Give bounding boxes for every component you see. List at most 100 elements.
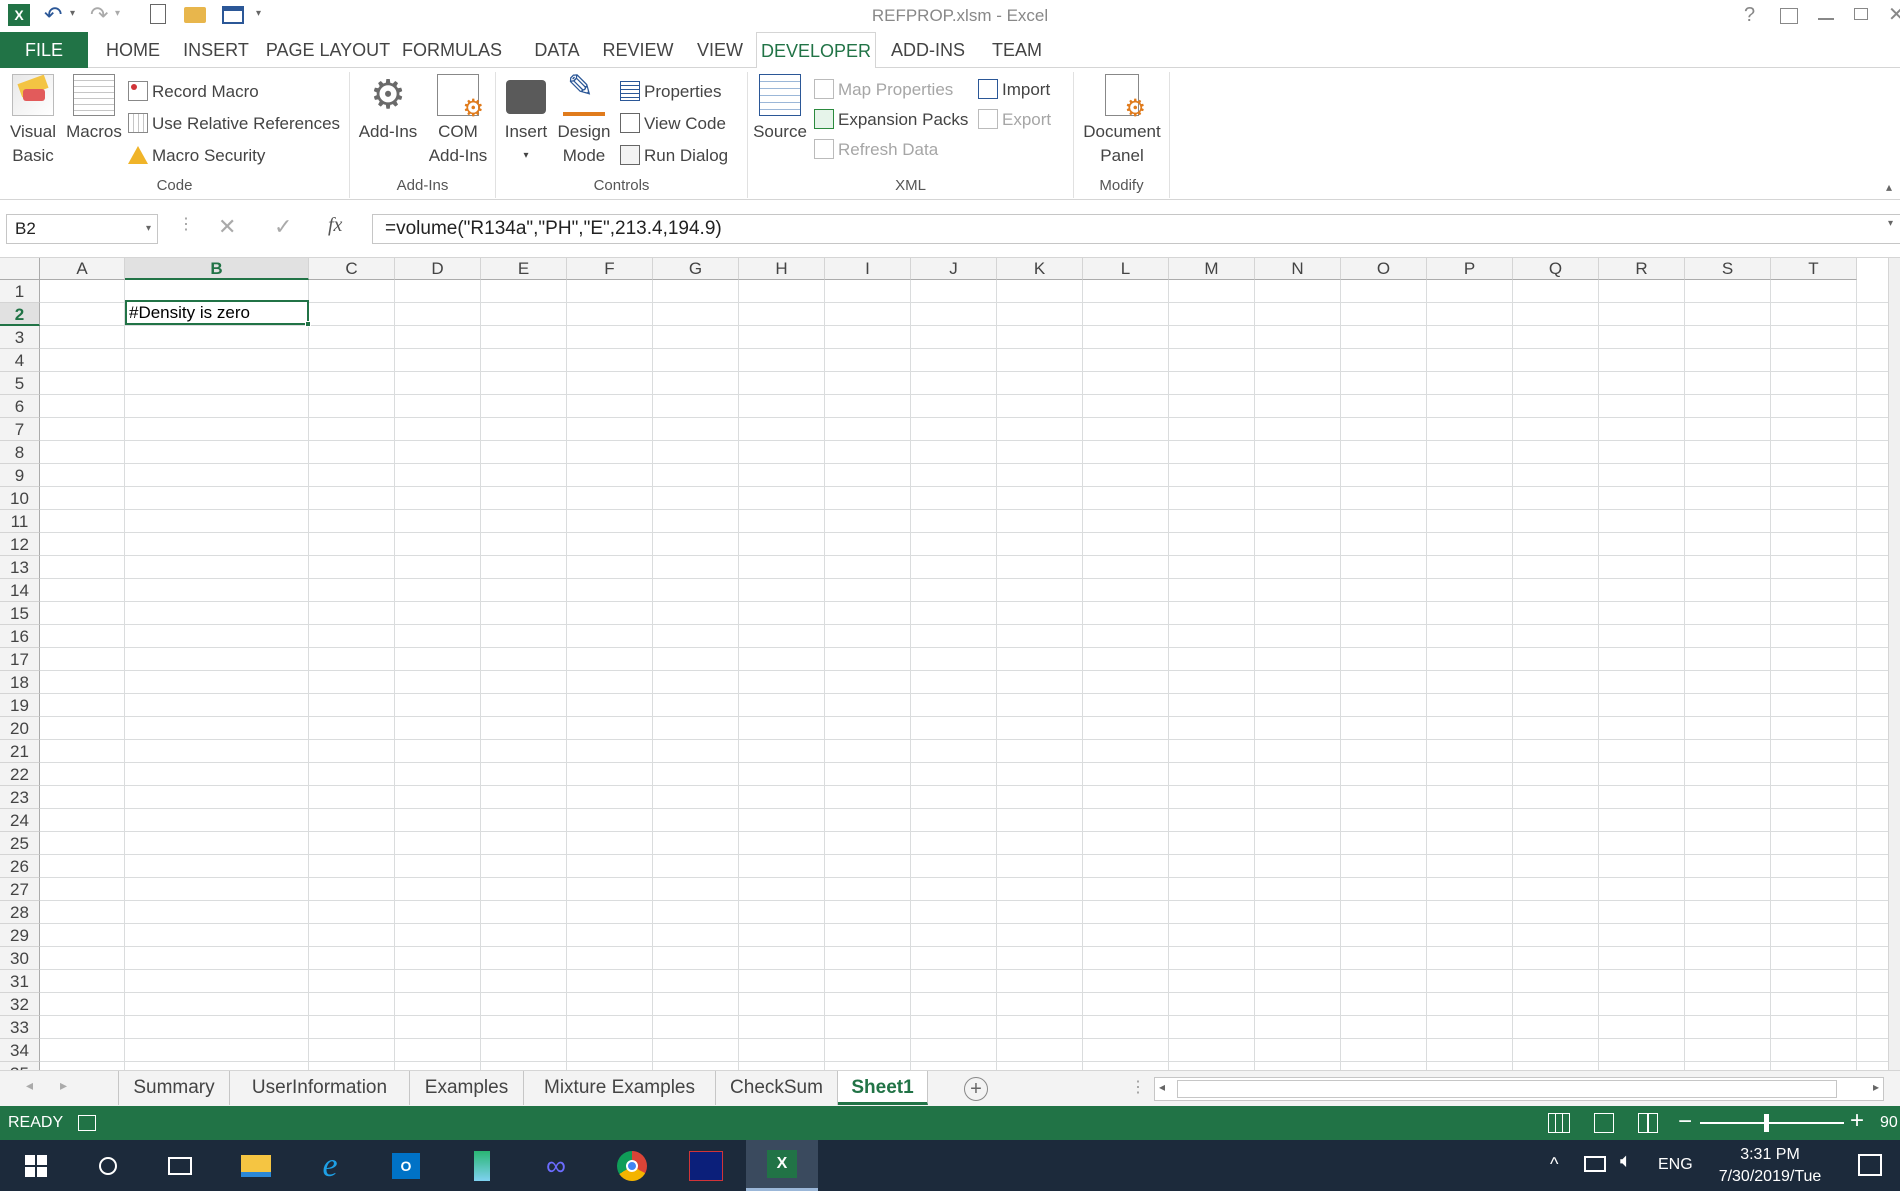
refresh-data-button[interactable]: Refresh Data [814, 136, 938, 164]
row-header-31[interactable]: 31 [0, 970, 40, 993]
row-header-34[interactable]: 34 [0, 1039, 40, 1062]
row-header-25[interactable]: 25 [0, 832, 40, 855]
name-box-dropdown-icon[interactable]: ▾ [146, 215, 151, 243]
sheet-tab-mixture-examples[interactable]: Mixture Examples [524, 1071, 716, 1105]
collapse-ribbon-icon[interactable]: ▴ [1886, 180, 1892, 194]
row-header-4[interactable]: 4 [0, 349, 40, 372]
column-header-b[interactable]: B [125, 258, 309, 280]
row-header-33[interactable]: 33 [0, 1016, 40, 1039]
row-header-6[interactable]: 6 [0, 395, 40, 418]
row-header-22[interactable]: 22 [0, 763, 40, 786]
export-button[interactable]: Export [978, 106, 1051, 134]
map-properties-button[interactable]: Map Properties [814, 76, 953, 104]
clock-date[interactable]: 7/30/2019/Tue [1700, 1168, 1840, 1186]
zoom-slider-thumb[interactable] [1764, 1114, 1769, 1132]
column-header-j[interactable]: J [911, 258, 997, 280]
design-mode-button[interactable]: ✎ Design Mode [552, 70, 616, 168]
row-header-13[interactable]: 13 [0, 556, 40, 579]
expansion-packs-button[interactable]: Expansion Packs [814, 106, 968, 134]
use-relative-references-button[interactable]: Use Relative References [128, 110, 340, 138]
tab-team[interactable]: TEAM [984, 32, 1050, 68]
restore-icon[interactable] [1854, 8, 1868, 20]
column-header-f[interactable]: F [567, 258, 653, 280]
sheet-tab-examples[interactable]: Examples [410, 1071, 524, 1105]
column-header-s[interactable]: S [1685, 258, 1771, 280]
run-dialog-button[interactable]: Run Dialog [620, 142, 728, 170]
input-language[interactable]: ENG [1658, 1156, 1693, 1174]
view-code-button[interactable]: View Code [620, 110, 726, 138]
row-header-3[interactable]: 3 [0, 326, 40, 349]
row-header-28[interactable]: 28 [0, 901, 40, 924]
tab-split-grip-icon[interactable]: ⋮ [1130, 1077, 1146, 1097]
confirm-entry-icon[interactable]: ✓ [274, 214, 292, 240]
scroll-left-icon[interactable]: ◂ [1159, 1080, 1165, 1094]
volume-icon[interactable]: 🔈︎ [1620, 1150, 1632, 1173]
selected-cell-b2[interactable]: #Density is zero [125, 300, 311, 327]
visual-basic-button[interactable]: Visual Basic [4, 74, 62, 168]
clock-time[interactable]: 3:31 PM [1714, 1146, 1826, 1164]
page-break-view-icon[interactable] [1638, 1113, 1658, 1133]
tab-review[interactable]: REVIEW [598, 32, 678, 68]
scroll-thumb[interactable] [1177, 1080, 1837, 1098]
refprop-app-button[interactable] [670, 1140, 742, 1191]
page-layout-view-icon[interactable] [1594, 1113, 1614, 1133]
zoom-in-icon[interactable]: + [1850, 1107, 1864, 1135]
row-header-27[interactable]: 27 [0, 878, 40, 901]
tab-formulas[interactable]: FORMULAS [402, 32, 502, 68]
column-header-d[interactable]: D [395, 258, 481, 280]
document-panel-button[interactable]: ⚙ Document Panel [1074, 74, 1170, 168]
column-header-k[interactable]: K [997, 258, 1083, 280]
zoom-level[interactable]: 90 [1880, 1114, 1898, 1132]
row-header-2[interactable]: 2 [0, 303, 40, 326]
normal-view-icon[interactable] [1548, 1113, 1570, 1133]
row-header-11[interactable]: 11 [0, 510, 40, 533]
column-header-q[interactable]: Q [1513, 258, 1599, 280]
column-header-c[interactable]: C [309, 258, 395, 280]
task-view-button[interactable] [144, 1140, 216, 1191]
tab-add-ins[interactable]: ADD-INS [880, 32, 976, 68]
row-header-10[interactable]: 10 [0, 487, 40, 510]
worksheet-grid[interactable]: ABCDEFGHIJKLMNOPQRST 1 2 3 4 5 6 7 8 9 10 11 12 13 14… [0, 258, 1900, 1070]
zoom-out-icon[interactable]: − [1678, 1108, 1692, 1136]
row-header-5[interactable]: 5 [0, 372, 40, 395]
row-header-26[interactable]: 26 [0, 855, 40, 878]
row-header-24[interactable]: 24 [0, 809, 40, 832]
row-header-7[interactable]: 7 [0, 418, 40, 441]
tab-insert[interactable]: INSERT [178, 32, 254, 68]
add-ins-button[interactable]: ⚙ Add-Ins [354, 74, 422, 144]
sheet-tab-sheet1[interactable]: Sheet1 [838, 1071, 928, 1105]
row-header-14[interactable]: 14 [0, 579, 40, 602]
file-explorer-button[interactable] [220, 1140, 292, 1191]
show-hidden-icons[interactable]: ^ [1550, 1154, 1558, 1175]
tab-home[interactable]: HOME [96, 32, 170, 68]
column-header-l[interactable]: L [1083, 258, 1169, 280]
tab-view[interactable]: VIEW [688, 32, 752, 68]
outlook-button[interactable]: O [370, 1140, 442, 1191]
column-header-o[interactable]: O [1341, 258, 1427, 280]
row-header-20[interactable]: 20 [0, 717, 40, 740]
chrome-button[interactable] [596, 1140, 668, 1191]
fill-handle[interactable] [305, 321, 311, 327]
column-header-g[interactable]: G [653, 258, 739, 280]
tab-data[interactable]: DATA [522, 32, 592, 68]
search-button[interactable] [72, 1140, 144, 1191]
app-button-1[interactable] [446, 1140, 518, 1191]
macro-security-button[interactable]: Macro Security [128, 142, 265, 170]
sheet-tab-summary[interactable]: Summary [118, 1071, 230, 1105]
column-header-a[interactable]: A [40, 258, 125, 280]
column-header-p[interactable]: P [1427, 258, 1513, 280]
row-header-19[interactable]: 19 [0, 694, 40, 717]
import-button[interactable]: Import [978, 76, 1050, 104]
column-header-i[interactable]: I [825, 258, 911, 280]
new-sheet-icon[interactable]: + [964, 1077, 988, 1101]
select-all-corner[interactable] [0, 258, 40, 280]
sheet-tab-checksum[interactable]: CheckSum [716, 1071, 838, 1105]
row-header-12[interactable]: 12 [0, 533, 40, 556]
column-header-t[interactable]: T [1771, 258, 1857, 280]
insert-function-icon[interactable]: fx [328, 214, 342, 237]
excel-taskbar-button[interactable]: X [746, 1140, 818, 1191]
network-icon[interactable] [1584, 1156, 1606, 1172]
vertical-scrollbar[interactable] [1888, 258, 1900, 1070]
column-header-r[interactable]: R [1599, 258, 1685, 280]
action-center-icon[interactable] [1858, 1154, 1882, 1176]
